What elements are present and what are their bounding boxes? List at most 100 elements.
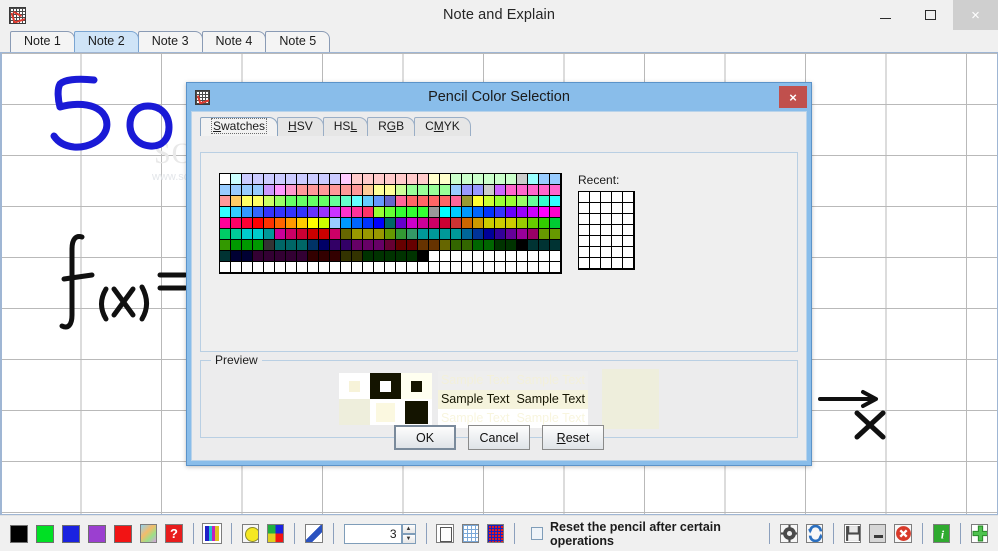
color-palette-icon[interactable] (202, 523, 222, 544)
swatch-cell[interactable] (495, 207, 506, 218)
swatch-cell[interactable] (484, 240, 495, 251)
swatch-cell[interactable] (407, 240, 418, 251)
swatch-cell[interactable] (374, 262, 385, 273)
color-tab-rgb[interactable]: RGB (367, 117, 416, 136)
recent-swatch-cell[interactable] (623, 192, 634, 203)
recent-swatch-cell[interactable] (612, 258, 623, 269)
recent-swatch-cell[interactable] (601, 214, 612, 225)
swatch-cell[interactable] (308, 229, 319, 240)
swatch-cell[interactable] (231, 196, 242, 207)
swatch-cell[interactable] (253, 251, 264, 262)
swatch-cell[interactable] (242, 240, 253, 251)
swatch-cell[interactable] (275, 174, 286, 185)
swatch-cell[interactable] (407, 174, 418, 185)
swatch-cell[interactable] (495, 262, 506, 273)
swatch-cell[interactable] (550, 251, 561, 262)
swatch-cell[interactable] (506, 251, 517, 262)
swatch-cell[interactable] (528, 240, 539, 251)
swatch-cell[interactable] (275, 207, 286, 218)
swatch-cell[interactable] (231, 218, 242, 229)
swatch-cell[interactable] (341, 196, 352, 207)
swatch-cell[interactable] (484, 218, 495, 229)
swatch-cell[interactable] (517, 240, 528, 251)
swatch-cell[interactable] (220, 207, 231, 218)
swatch-cell[interactable] (451, 174, 462, 185)
swatch-cell[interactable] (352, 185, 363, 196)
pencil-size-stepper[interactable]: 3 ▲ ▼ (343, 523, 416, 544)
swatch-cell[interactable] (528, 196, 539, 207)
swatch-cell[interactable] (330, 262, 341, 273)
swatch-cell[interactable] (396, 229, 407, 240)
dialog-close-button[interactable]: × (779, 86, 807, 108)
swatch-cell[interactable] (462, 218, 473, 229)
swatch-cell[interactable] (264, 196, 275, 207)
swatch-cell[interactable] (363, 196, 374, 207)
eraser-icon[interactable] (305, 524, 323, 543)
swatch-cell[interactable] (550, 185, 561, 196)
swatch-cell[interactable] (286, 262, 297, 273)
swatch-cell[interactable] (484, 229, 495, 240)
swatch-cell[interactable] (451, 207, 462, 218)
swatch-cell[interactable] (297, 218, 308, 229)
recent-swatch-cell[interactable] (601, 192, 612, 203)
recent-swatch-cell[interactable] (590, 192, 601, 203)
swatch-cell[interactable] (539, 240, 550, 251)
swatch-cell[interactable] (286, 174, 297, 185)
recent-swatch-cell[interactable] (623, 203, 634, 214)
swatch-cell[interactable] (517, 174, 528, 185)
swatch-cell[interactable] (297, 229, 308, 240)
swatch-cell[interactable] (220, 174, 231, 185)
swatch-cell[interactable] (231, 251, 242, 262)
swatch-cell[interactable] (396, 262, 407, 273)
swatch-cell[interactable] (506, 240, 517, 251)
swatch-cell[interactable] (330, 240, 341, 251)
swatch-cell[interactable] (517, 196, 528, 207)
swatch-cell[interactable] (385, 229, 396, 240)
swatch-cell[interactable] (308, 185, 319, 196)
swatch-cell[interactable] (286, 196, 297, 207)
swatch-cell[interactable] (539, 196, 550, 207)
swatch-cell[interactable] (286, 218, 297, 229)
cancel-button[interactable]: Cancel (468, 425, 530, 450)
swatch-cell[interactable] (330, 196, 341, 207)
swatch-cell[interactable] (429, 218, 440, 229)
color-tab-hsv[interactable]: HSV (277, 117, 324, 136)
swatch-cell[interactable] (550, 262, 561, 273)
swatch-cell[interactable] (484, 251, 495, 262)
swatch-cell[interactable] (396, 240, 407, 251)
swatch-cell[interactable] (506, 196, 517, 207)
swatch-cell[interactable] (440, 229, 451, 240)
recent-swatch-cell[interactable] (601, 225, 612, 236)
swatch-cell[interactable] (462, 262, 473, 273)
swatch-cell[interactable] (396, 174, 407, 185)
swatch-cell[interactable] (396, 207, 407, 218)
swatch-cell[interactable] (253, 218, 264, 229)
swatch-cell[interactable] (506, 218, 517, 229)
swatch-cell[interactable] (363, 262, 374, 273)
refresh-icon[interactable] (805, 524, 823, 543)
swatch-cell[interactable] (231, 174, 242, 185)
close-red-icon[interactable] (894, 524, 912, 543)
swatch-cell[interactable] (473, 218, 484, 229)
swatch-cell[interactable] (517, 251, 528, 262)
swatch-cell[interactable] (385, 207, 396, 218)
swatch-cell[interactable] (550, 174, 561, 185)
swatch-cell[interactable] (396, 196, 407, 207)
color-tab-swatches[interactable]: Swatches (200, 117, 279, 136)
swatch-cell[interactable] (418, 185, 429, 196)
swatch-cell[interactable] (352, 207, 363, 218)
swatch-cell[interactable] (374, 185, 385, 196)
swatch-cell[interactable] (352, 240, 363, 251)
recent-swatch-cell[interactable] (612, 192, 623, 203)
swatch-cell[interactable] (407, 262, 418, 273)
swatch-cell[interactable] (220, 262, 231, 273)
recent-swatch-cell[interactable] (612, 225, 623, 236)
swatch-cell[interactable] (385, 218, 396, 229)
swatch-cell[interactable] (319, 251, 330, 262)
swatch-cell[interactable] (418, 262, 429, 273)
swatch-cell[interactable] (462, 207, 473, 218)
swatch-cell[interactable] (253, 240, 264, 251)
recent-swatch-cell[interactable] (601, 258, 612, 269)
swatch-cell[interactable] (418, 174, 429, 185)
swatch-cell[interactable] (374, 240, 385, 251)
